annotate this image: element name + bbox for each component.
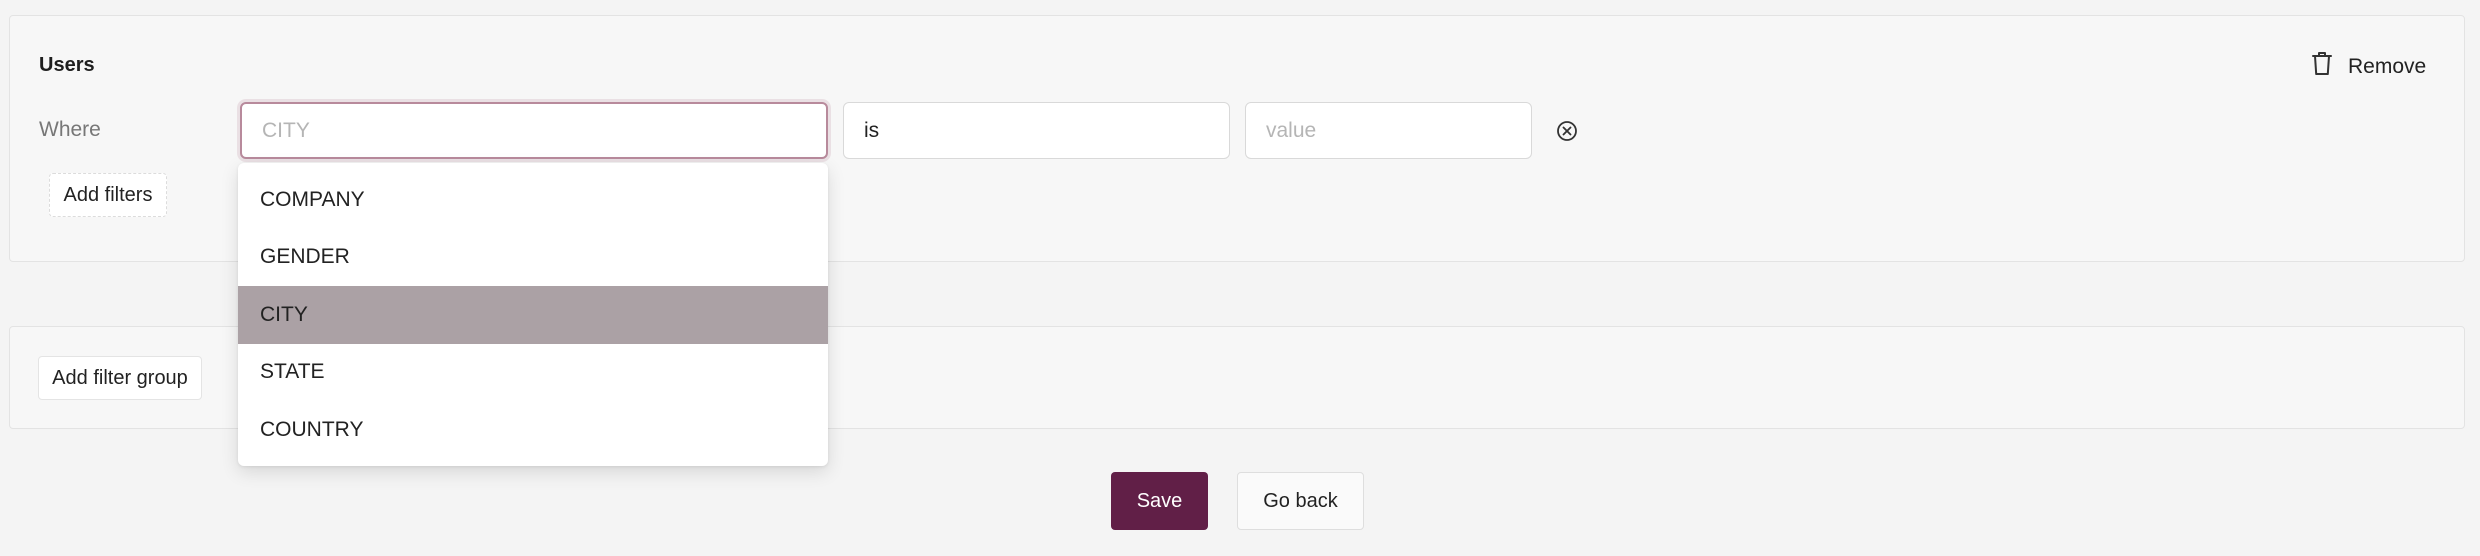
column-select-input[interactable]	[240, 102, 828, 159]
where-label: Where	[39, 118, 101, 141]
remove-label: Remove	[2348, 55, 2427, 78]
add-filters-button[interactable]: Add filters	[49, 173, 167, 217]
save-button[interactable]: Save	[1111, 472, 1208, 530]
filter-editor-page: Users Remove Where Add filters Add filte…	[0, 0, 2480, 556]
value-input[interactable]	[1245, 102, 1532, 159]
go-back-button[interactable]: Go back	[1237, 472, 1364, 530]
filter-group-title: Users	[39, 54, 95, 76]
operator-select-input[interactable]	[843, 102, 1230, 159]
remove-group-button[interactable]: Remove	[2310, 50, 2426, 84]
dropdown-option-country[interactable]: COUNTRY	[238, 401, 828, 459]
dropdown-option-gender[interactable]: GENDER	[238, 229, 828, 287]
dropdown-option-state[interactable]: STATE	[238, 344, 828, 402]
trash-icon	[2310, 51, 2334, 83]
remove-filter-icon[interactable]	[1556, 120, 1578, 142]
dropdown-option-company[interactable]: COMPANY	[238, 171, 828, 229]
column-dropdown: COMPANY GENDER CITY STATE COUNTRY	[238, 163, 828, 466]
dropdown-option-city[interactable]: CITY	[238, 286, 828, 344]
add-filter-group-button[interactable]: Add filter group	[38, 356, 202, 400]
